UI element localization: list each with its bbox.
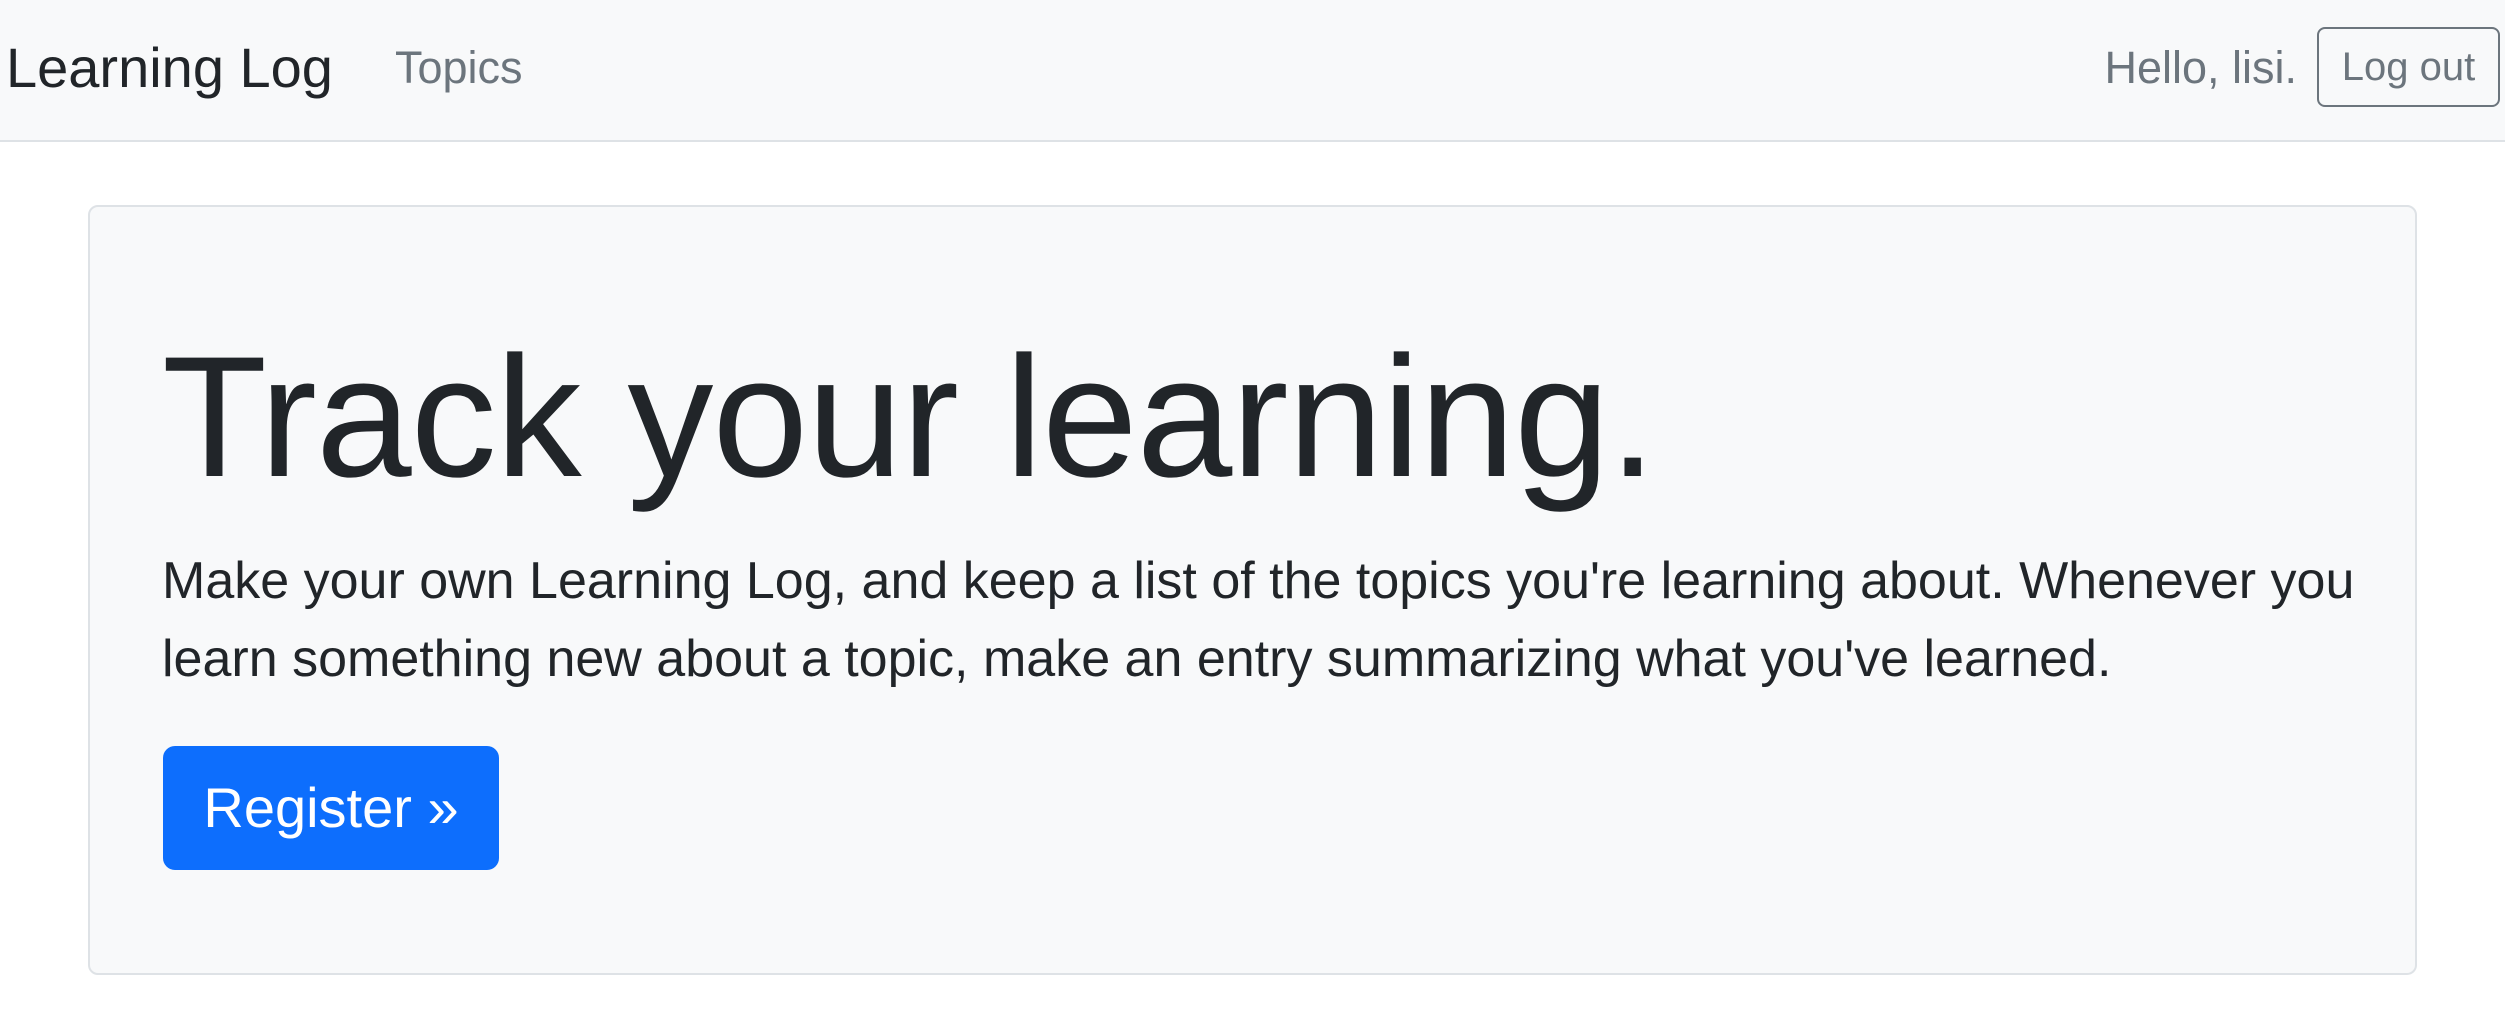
logout-button[interactable]: Log out <box>2317 27 2500 107</box>
hero-panel: Track your learning. Make your own Learn… <box>88 205 2417 975</box>
hero-lead-text: Make your own Learning Log, and keep a l… <box>162 552 2355 688</box>
register-button[interactable]: Register » <box>163 746 499 870</box>
hero-title: Track your learning. <box>162 321 1657 513</box>
brand-link[interactable]: Learning Log <box>6 28 333 108</box>
nav-link-topics[interactable]: Topics <box>395 36 523 100</box>
navbar: Learning Log Topics Hello, lisi. Log out <box>0 0 2505 142</box>
user-greeting: Hello, lisi. <box>2104 42 2297 93</box>
